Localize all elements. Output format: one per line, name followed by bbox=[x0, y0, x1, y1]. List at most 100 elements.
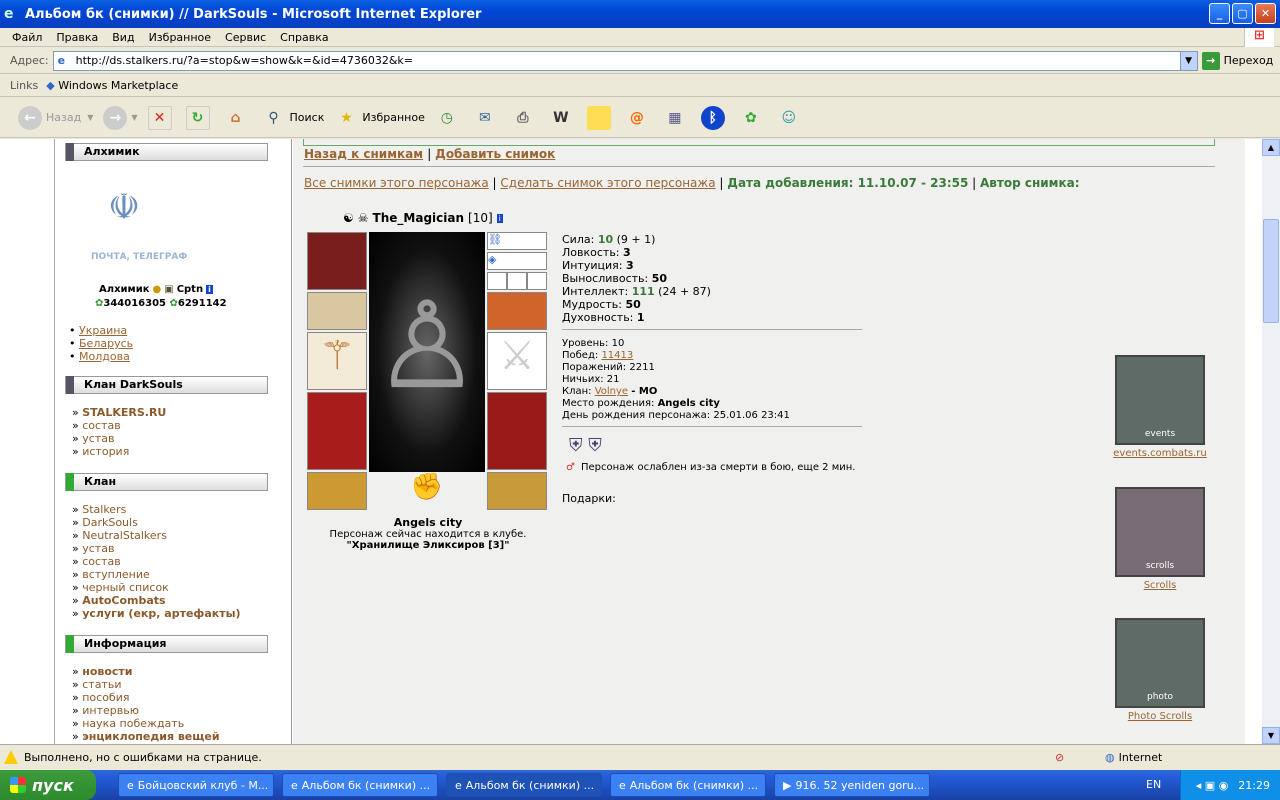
mailru-button[interactable]: @ bbox=[625, 106, 653, 130]
menu-tools[interactable]: Сервис bbox=[225, 31, 266, 44]
sidebar-klan-item[interactable]: » состав bbox=[72, 555, 241, 568]
scroll-thumb[interactable] bbox=[1263, 219, 1279, 323]
wins-link[interactable]: 11413 bbox=[601, 350, 633, 361]
banner-photo-scrolls[interactable]: photo Photo Scrolls bbox=[1108, 618, 1212, 722]
task-video[interactable]: ▶ 916. 52 yeniden goru... bbox=[774, 773, 930, 797]
clock[interactable]: 21:29 bbox=[1238, 779, 1270, 792]
menu-help[interactable]: Справка bbox=[280, 31, 328, 44]
banner-scrolls[interactable]: scrolls Scrolls bbox=[1108, 487, 1212, 591]
info-icon[interactable]: i bbox=[206, 285, 213, 294]
ring-slot-2[interactable] bbox=[507, 272, 527, 290]
boots-slot[interactable] bbox=[487, 472, 547, 510]
add-snapshot-link[interactable]: Добавить снимок bbox=[435, 147, 555, 161]
all-snapshots-link[interactable]: Все снимки этого персонажа bbox=[304, 176, 489, 190]
ring-slot-3[interactable] bbox=[527, 272, 547, 290]
sidebar-info-item[interactable]: » наука побеждать bbox=[72, 717, 220, 730]
close-button[interactable]: ✕ bbox=[1255, 3, 1276, 24]
messenger-button[interactable]: ☺ bbox=[777, 106, 805, 130]
helmet-slot[interactable] bbox=[307, 232, 367, 290]
sidebar-klan-item[interactable]: » услуги (екр, артефакты) bbox=[72, 607, 241, 620]
privacy-icon[interactable]: ⊘ bbox=[1055, 751, 1064, 764]
armor-slot[interactable] bbox=[307, 392, 367, 470]
country-link-belarus[interactable]: Беларусь bbox=[79, 337, 133, 350]
sidebar-clan-item[interactable]: » история bbox=[72, 445, 166, 458]
research-button[interactable]: ▦ bbox=[663, 106, 691, 130]
back-dropdown-icon[interactable]: ▼ bbox=[87, 113, 93, 122]
windows-marketplace-link[interactable]: ◆ Windows Marketplace bbox=[46, 79, 178, 92]
scroll-up-button[interactable]: ▲ bbox=[1262, 139, 1280, 156]
shield-slot[interactable]: ⚔ bbox=[487, 332, 547, 390]
sidebar-info-item[interactable]: » пособия bbox=[72, 691, 220, 704]
menu-edit[interactable]: Правка bbox=[56, 31, 98, 44]
sidebar-klan-item[interactable]: » устав bbox=[72, 542, 241, 555]
back-to-snapshots-link[interactable]: Назад к снимкам bbox=[304, 147, 423, 161]
necklace-slot[interactable]: ◈ bbox=[487, 252, 547, 270]
task-album-2[interactable]: e Альбом бк (снимки) ... bbox=[446, 773, 602, 797]
clan-link[interactable]: Volnye bbox=[595, 386, 628, 397]
effect-armor-icon[interactable]: ⛨ bbox=[588, 435, 602, 456]
notes-button[interactable] bbox=[586, 105, 615, 130]
edit-button[interactable]: W bbox=[549, 106, 577, 130]
earring-slot[interactable]: ⛓ bbox=[487, 232, 547, 250]
sidebar-klan-item[interactable]: » DarkSouls bbox=[72, 516, 241, 529]
back-button[interactable]: ← Назад ▼ bbox=[18, 105, 93, 130]
char-info-icon[interactable]: i bbox=[496, 213, 503, 223]
ring-slot-1[interactable] bbox=[487, 272, 507, 290]
task-combats[interactable]: e Бойцовский клуб - М... bbox=[118, 773, 274, 797]
sidebar-klan-item[interactable]: » NeutralStalkers bbox=[72, 529, 241, 542]
minimize-button[interactable]: _ bbox=[1209, 3, 1230, 24]
start-button[interactable]: пуск bbox=[0, 770, 96, 800]
task-album-1[interactable]: e Альбом бк (снимки) ... bbox=[282, 773, 438, 797]
photo-scrolls-link[interactable]: Photo Scrolls bbox=[1108, 711, 1212, 722]
effect-shield-icon[interactable]: ⛨ bbox=[569, 435, 583, 456]
scrolls-link[interactable]: Scrolls bbox=[1108, 580, 1212, 591]
sidebar-info-item[interactable]: » новости bbox=[72, 665, 220, 678]
menu-favorites[interactable]: Избранное bbox=[149, 31, 211, 44]
stop-button[interactable]: ✕ bbox=[147, 105, 176, 130]
sidebar-klan-item[interactable]: » черный список bbox=[72, 581, 241, 594]
go-button[interactable]: → Переход bbox=[1201, 51, 1273, 70]
maximize-button[interactable]: ▢ bbox=[1232, 3, 1253, 24]
country-link-ukraine[interactable]: Украина bbox=[79, 324, 127, 337]
sidebar-clan-item[interactable]: » STALKERS.RU bbox=[72, 406, 166, 419]
scroll-down-button[interactable]: ▼ bbox=[1262, 727, 1280, 744]
forward-button[interactable]: → ▼ bbox=[103, 105, 138, 130]
language-indicator[interactable]: EN bbox=[1146, 778, 1161, 791]
sidebar-klan-item[interactable]: » вступление bbox=[72, 568, 241, 581]
address-input[interactable]: e http://ds.stalkers.ru/?a=stop&w=show&k… bbox=[52, 50, 1198, 71]
icq-button[interactable]: ✿ bbox=[739, 106, 767, 130]
make-snapshot-link[interactable]: Сделать снимок этого персонажа bbox=[500, 176, 715, 190]
menu-file[interactable]: Файл bbox=[12, 31, 42, 44]
menu-view[interactable]: Вид bbox=[112, 31, 134, 44]
sidebar-clan-item[interactable]: » состав bbox=[72, 419, 166, 432]
clan-line: Клан: Volnye - MO bbox=[562, 386, 790, 398]
banner-events[interactable]: events events.combats.ru bbox=[1108, 355, 1212, 459]
address-dropdown-icon[interactable]: ▼ bbox=[1179, 51, 1197, 70]
pants-slot[interactable] bbox=[487, 392, 547, 470]
history-button[interactable]: ◷ bbox=[435, 106, 463, 130]
sidebar-info-item[interactable]: » интервью bbox=[72, 704, 220, 717]
sidebar-info-item[interactable]: » статьи bbox=[72, 678, 220, 691]
weapon-slot[interactable]: ⚚ bbox=[307, 332, 367, 390]
events-link[interactable]: events.combats.ru bbox=[1108, 448, 1212, 459]
warning-icon[interactable] bbox=[4, 750, 18, 764]
refresh-button[interactable]: ↻ bbox=[185, 105, 214, 130]
belt-slot[interactable] bbox=[307, 472, 367, 510]
sidebar-klan-item[interactable]: » AutoCombats bbox=[72, 594, 241, 607]
tray-icons[interactable]: ◂ ▣ ◉ bbox=[1196, 779, 1229, 792]
search-button[interactable]: ⚲ Поиск bbox=[262, 106, 324, 130]
forward-dropdown-icon[interactable]: ▼ bbox=[131, 113, 137, 122]
country-link-moldova[interactable]: Молдова bbox=[79, 350, 130, 363]
sidebar-clan-item[interactable]: » устав bbox=[72, 432, 166, 445]
gloves-slot[interactable] bbox=[487, 292, 547, 330]
print-button[interactable]: ⎙ bbox=[511, 106, 539, 130]
vertical-scrollbar[interactable]: ▲ ▼ bbox=[1262, 139, 1280, 744]
home-button[interactable]: ⌂ bbox=[224, 106, 252, 130]
sidebar-info-item[interactable]: » энциклопедия вещей bbox=[72, 730, 220, 743]
bracers-slot[interactable] bbox=[307, 292, 367, 330]
bluetooth-button[interactable]: ᛒ bbox=[700, 105, 729, 130]
sidebar-klan-item[interactable]: » Stalkers bbox=[72, 503, 241, 516]
favorites-button[interactable]: ★ Избранное bbox=[334, 106, 425, 130]
mail-button[interactable]: ✉ bbox=[473, 106, 501, 130]
task-album-3[interactable]: e Альбом бк (снимки) ... bbox=[610, 773, 766, 797]
